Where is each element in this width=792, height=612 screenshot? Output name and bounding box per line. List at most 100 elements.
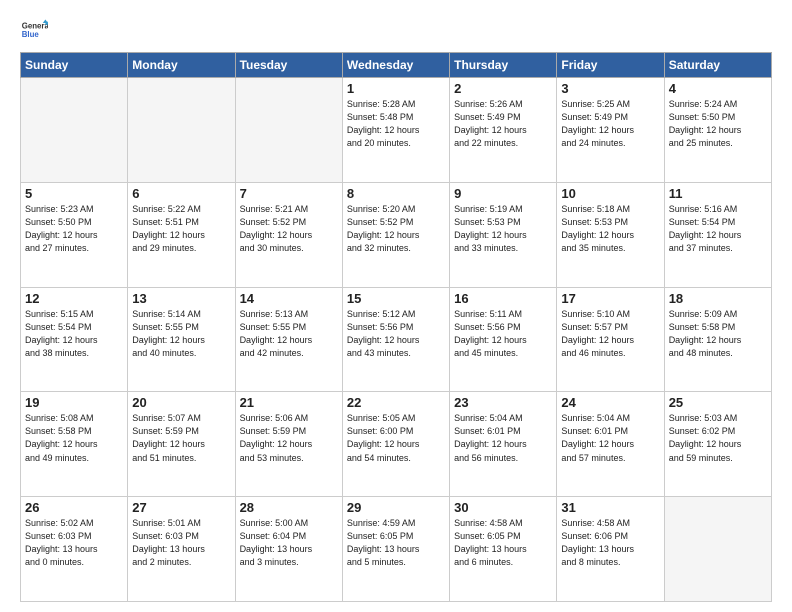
day-number: 4 [669,81,767,96]
day-number: 9 [454,186,552,201]
calendar-cell: 14 Sunrise: 5:13 AMSunset: 5:55 PMDayligh… [235,287,342,392]
calendar-cell: 25 Sunrise: 5:03 AMSunset: 6:02 PMDayligh… [664,392,771,497]
calendar-cell: 19 Sunrise: 5:08 AMSunset: 5:58 PMDayligh… [21,392,128,497]
day-info: Sunrise: 5:10 AMSunset: 5:57 PMDaylight:… [561,308,659,360]
header: General Blue [20,16,772,44]
calendar-cell: 15Sunrise: 5:12 AMSunset: 5:56 PMDayligh… [342,287,449,392]
weekday-header-saturday: Saturday [664,53,771,78]
day-number: 3 [561,81,659,96]
calendar-cell [21,78,128,183]
calendar-cell: 12 Sunrise: 5:15 AMSunset: 5:54 PMDayligh… [21,287,128,392]
calendar-cell: 20 Sunrise: 5:07 AMSunset: 5:59 PMDayligh… [128,392,235,497]
day-info: Sunrise: 5:22 AMSunset: 5:51 PMDaylight:… [132,203,230,255]
day-info: Sunrise: 5:23 AMSunset: 5:50 PMDaylight:… [25,203,123,255]
day-number: 26 [25,500,123,515]
day-info: Sunrise: 5:28 AMSunset: 5:48 PMDaylight:… [347,98,445,150]
svg-text:Blue: Blue [22,30,40,39]
day-info: Sunrise: 5:26 AMSunset: 5:49 PMDaylight:… [454,98,552,150]
day-number: 14 [240,291,338,306]
weekday-header-sunday: Sunday [21,53,128,78]
day-info: Sunrise: 5:01 AMSunset: 6:03 PMDaylight:… [132,517,230,569]
calendar-cell: 8 Sunrise: 5:20 AMSunset: 5:52 PMDaylight… [342,182,449,287]
day-info: Sunrise: 5:09 AMSunset: 5:58 PMDaylight:… [669,308,767,360]
day-number: 2 [454,81,552,96]
day-info: Sunrise: 5:25 AMSunset: 5:49 PMDaylight:… [561,98,659,150]
day-number: 6 [132,186,230,201]
day-number: 12 [25,291,123,306]
day-number: 16 [454,291,552,306]
calendar-cell: 3 Sunrise: 5:25 AMSunset: 5:49 PMDaylight… [557,78,664,183]
day-info: Sunrise: 4:59 AMSunset: 6:05 PMDaylight:… [347,517,445,569]
calendar-cell: 28 Sunrise: 5:00 AMSunset: 6:04 PMDayligh… [235,497,342,602]
calendar-week-3: 12 Sunrise: 5:15 AMSunset: 5:54 PMDayligh… [21,287,772,392]
weekday-header-tuesday: Tuesday [235,53,342,78]
calendar-cell: 27 Sunrise: 5:01 AMSunset: 6:03 PMDayligh… [128,497,235,602]
calendar-cell: 23Sunrise: 5:04 AMSunset: 6:01 PMDayligh… [450,392,557,497]
day-info: Sunrise: 5:06 AMSunset: 5:59 PMDaylight:… [240,412,338,464]
day-info: Sunrise: 5:13 AMSunset: 5:55 PMDaylight:… [240,308,338,360]
weekday-header-friday: Friday [557,53,664,78]
calendar-week-2: 5 Sunrise: 5:23 AMSunset: 5:50 PMDaylight… [21,182,772,287]
day-info: Sunrise: 5:04 AMSunset: 6:01 PMDaylight:… [454,412,552,464]
day-number: 5 [25,186,123,201]
day-number: 30 [454,500,552,515]
day-number: 18 [669,291,767,306]
day-info: Sunrise: 5:07 AMSunset: 5:59 PMDaylight:… [132,412,230,464]
calendar-cell: 2 Sunrise: 5:26 AMSunset: 5:49 PMDaylight… [450,78,557,183]
calendar-cell [664,497,771,602]
day-number: 11 [669,186,767,201]
weekday-header-wednesday: Wednesday [342,53,449,78]
calendar-cell: 24Sunrise: 5:04 AMSunset: 6:01 PMDayligh… [557,392,664,497]
day-number: 8 [347,186,445,201]
calendar-cell: 30 Sunrise: 4:58 AMSunset: 6:05 PMDayligh… [450,497,557,602]
calendar-cell: 21 Sunrise: 5:06 AMSunset: 5:59 PMDayligh… [235,392,342,497]
day-number: 13 [132,291,230,306]
calendar-table: SundayMondayTuesdayWednesdayThursdayFrid… [20,52,772,602]
calendar-cell: 7Sunrise: 5:21 AMSunset: 5:52 PMDaylight… [235,182,342,287]
weekday-header-monday: Monday [128,53,235,78]
calendar-cell: 10Sunrise: 5:18 AMSunset: 5:53 PMDayligh… [557,182,664,287]
calendar-cell: 17 Sunrise: 5:10 AMSunset: 5:57 PMDayligh… [557,287,664,392]
calendar-cell: 1 Sunrise: 5:28 AMSunset: 5:48 PMDaylight… [342,78,449,183]
calendar-cell [235,78,342,183]
day-info: Sunrise: 5:08 AMSunset: 5:58 PMDaylight:… [25,412,123,464]
logo-icon: General Blue [20,16,48,44]
day-info: Sunrise: 5:05 AMSunset: 6:00 PMDaylight:… [347,412,445,464]
calendar-cell: 13 Sunrise: 5:14 AMSunset: 5:55 PMDayligh… [128,287,235,392]
day-info: Sunrise: 5:11 AMSunset: 5:56 PMDaylight:… [454,308,552,360]
calendar-cell [128,78,235,183]
day-number: 20 [132,395,230,410]
day-info: Sunrise: 5:15 AMSunset: 5:54 PMDaylight:… [25,308,123,360]
day-info: Sunrise: 4:58 AMSunset: 6:06 PMDaylight:… [561,517,659,569]
day-info: Sunrise: 5:03 AMSunset: 6:02 PMDaylight:… [669,412,767,464]
day-number: 19 [25,395,123,410]
day-info: Sunrise: 5:14 AMSunset: 5:55 PMDaylight:… [132,308,230,360]
calendar-cell: 29 Sunrise: 4:59 AMSunset: 6:05 PMDayligh… [342,497,449,602]
day-info: Sunrise: 5:21 AMSunset: 5:52 PMDaylight:… [240,203,338,255]
day-number: 17 [561,291,659,306]
day-number: 21 [240,395,338,410]
day-number: 25 [669,395,767,410]
day-info: Sunrise: 5:00 AMSunset: 6:04 PMDaylight:… [240,517,338,569]
calendar-cell: 4Sunrise: 5:24 AMSunset: 5:50 PMDaylight… [664,78,771,183]
day-number: 27 [132,500,230,515]
day-number: 28 [240,500,338,515]
calendar-cell: 5 Sunrise: 5:23 AMSunset: 5:50 PMDaylight… [21,182,128,287]
logo: General Blue [20,16,52,44]
day-number: 1 [347,81,445,96]
day-info: Sunrise: 5:20 AMSunset: 5:52 PMDaylight:… [347,203,445,255]
calendar-cell: 16 Sunrise: 5:11 AMSunset: 5:56 PMDayligh… [450,287,557,392]
day-number: 31 [561,500,659,515]
day-info: Sunrise: 5:04 AMSunset: 6:01 PMDaylight:… [561,412,659,464]
day-info: Sunrise: 5:12 AMSunset: 5:56 PMDaylight:… [347,308,445,360]
day-number: 29 [347,500,445,515]
weekday-header-thursday: Thursday [450,53,557,78]
calendar-cell: 26 Sunrise: 5:02 AMSunset: 6:03 PMDayligh… [21,497,128,602]
day-info: Sunrise: 5:16 AMSunset: 5:54 PMDaylight:… [669,203,767,255]
page: General Blue SundayMondayTuesdayWednesda… [0,0,792,612]
day-info: Sunrise: 4:58 AMSunset: 6:05 PMDaylight:… [454,517,552,569]
day-info: Sunrise: 5:02 AMSunset: 6:03 PMDaylight:… [25,517,123,569]
day-number: 22 [347,395,445,410]
calendar-week-1: 1 Sunrise: 5:28 AMSunset: 5:48 PMDaylight… [21,78,772,183]
day-info: Sunrise: 5:18 AMSunset: 5:53 PMDaylight:… [561,203,659,255]
